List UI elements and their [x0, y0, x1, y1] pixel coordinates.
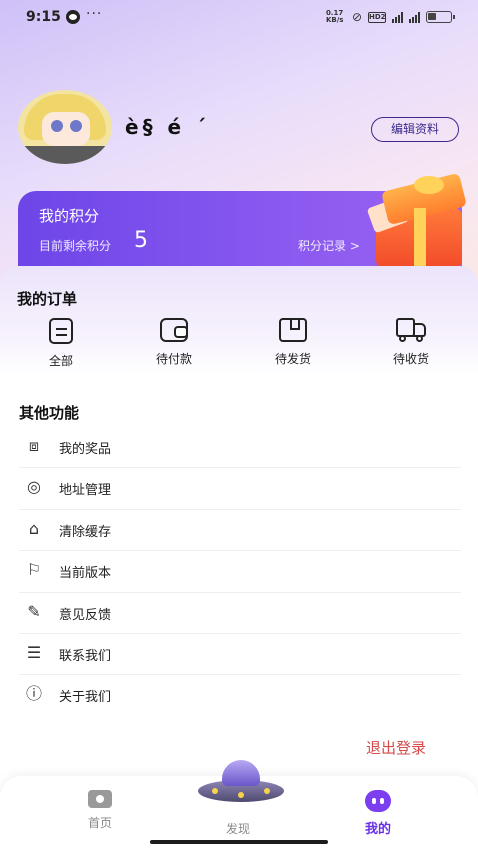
username: è§ é ´ — [125, 115, 211, 139]
menu-item-label: 我的奖品 — [59, 442, 112, 457]
battery-icon — [426, 11, 455, 23]
menu-item-label: 当前版本 — [59, 566, 112, 582]
order-all-label: 全部 — [48, 354, 73, 368]
order-pending-receipt[interactable]: 待收货 — [371, 318, 451, 370]
flag-icon: ⚐ — [26, 560, 42, 580]
truck-icon — [396, 318, 426, 342]
menu-item-label: 联系我们 — [59, 648, 112, 664]
info-icon: ⓘ — [25, 684, 42, 704]
menu-item-label: 关于我们 — [59, 690, 112, 706]
ufo-icon[interactable] — [196, 756, 286, 808]
menu-item-clear-cache[interactable]: ⌂ 清除缓存 — [19, 510, 461, 552]
order-pending-receipt-label: 待收货 — [392, 352, 429, 366]
menu-item-my-prizes[interactable]: ⧈ 我的奖品 — [19, 427, 461, 469]
network-speed: 0.17 KB/s — [325, 9, 344, 24]
menu-item-contact[interactable]: ☰ 联系我们 — [19, 634, 461, 676]
order-all[interactable]: 全部 — [21, 318, 101, 370]
other-functions-title: 其他功能 — [19, 404, 80, 422]
package-icon — [279, 318, 307, 342]
order-pending-payment-label: 待付款 — [155, 352, 192, 366]
tab-discover-label: 发现 — [225, 822, 250, 836]
order-pending-payment[interactable]: 待付款 — [134, 318, 214, 370]
orders-section: 我的订单 全部 待付款 待发货 待收货 — [0, 266, 478, 378]
points-remaining-label: 目前剩余积分 — [39, 239, 112, 253]
menu-item-label: 清除缓存 — [59, 524, 112, 540]
tab-home-label: 首页 — [87, 816, 112, 830]
orders-title: 我的订单 — [17, 290, 78, 308]
order-pending-shipment[interactable]: 待发货 — [253, 318, 333, 370]
logout-button[interactable]: 退出登录 — [366, 737, 426, 758]
menu-item-label: 地址管理 — [59, 483, 112, 499]
broom-icon: ⌂ — [28, 518, 40, 538]
points-value: 5 — [134, 228, 148, 253]
home-indicator — [150, 840, 328, 844]
other-functions-list: ⧈ 我的奖品 ◎ 地址管理 ⌂ 清除缓存 ⚐ 当前版本 ✎ 意见反馈 ☰ 联系我… — [19, 427, 461, 717]
wifi-off-icon: ⊘ — [351, 10, 362, 24]
signal-2-icon — [409, 11, 420, 23]
points-record-link[interactable]: 积分记录 > — [298, 237, 360, 254]
clipboard-icon — [49, 318, 73, 344]
tab-mine[interactable]: 我的 — [338, 790, 418, 837]
avatar[interactable] — [18, 90, 112, 164]
menu-item-feedback[interactable]: ✎ 意见反馈 — [19, 593, 461, 634]
home-icon — [88, 790, 112, 808]
chat-icon: ☰ — [26, 642, 42, 662]
prize-icon: ⧈ — [28, 436, 40, 455]
feedback-icon: ✎ — [27, 601, 41, 621]
menu-item-version[interactable]: ⚐ 当前版本 — [19, 551, 461, 593]
tab-mine-label: 我的 — [364, 822, 391, 837]
signal-icon — [392, 11, 403, 23]
edit-profile-button[interactable]: 编辑资料 — [371, 117, 459, 142]
tab-home[interactable]: 首页 — [60, 790, 140, 831]
order-pending-shipment-label: 待发货 — [274, 352, 311, 366]
hd-badge: HD2 — [368, 11, 386, 23]
location-icon: ◎ — [27, 477, 41, 497]
points-title: 我的积分 — [39, 207, 100, 225]
menu-item-about[interactable]: ⓘ 关于我们 — [19, 675, 461, 716]
status-indicators: 0.17 KB/s ⊘ HD2 — [325, 9, 455, 24]
menu-item-address[interactable]: ◎ 地址管理 — [19, 468, 461, 510]
more-notifications-icon: ··· — [86, 6, 103, 22]
qq-notification-icon — [66, 10, 80, 24]
menu-item-label: 意见反馈 — [59, 607, 112, 623]
status-bar: 9:15 ··· 0.17 KB/s ⊘ HD2 — [0, 0, 478, 34]
mine-icon — [365, 790, 391, 812]
gift-box-illustration — [362, 172, 474, 268]
status-time: 9:15 — [26, 9, 61, 25]
wallet-icon — [160, 318, 188, 342]
